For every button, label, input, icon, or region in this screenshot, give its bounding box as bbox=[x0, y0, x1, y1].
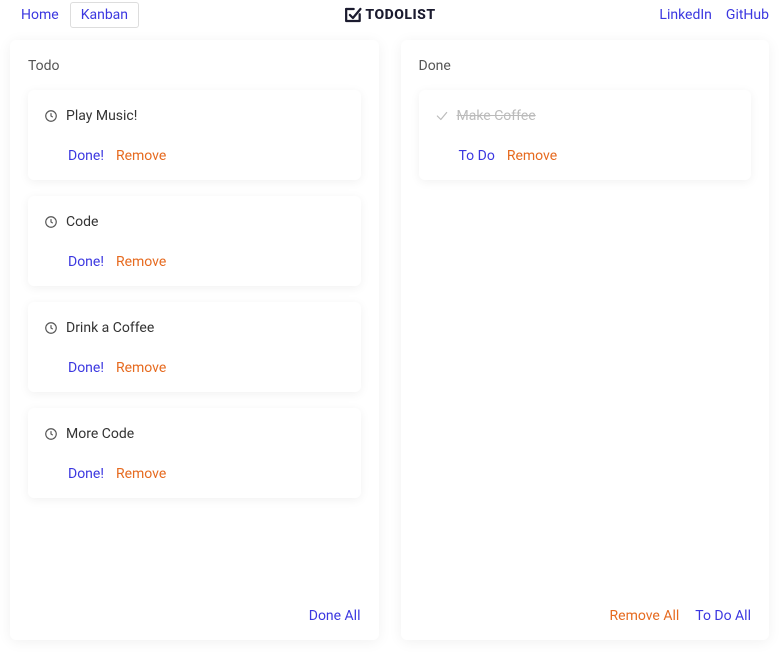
card-actions: Done! Remove bbox=[44, 360, 345, 376]
nav-right: LinkedIn GitHub bbox=[659, 7, 769, 23]
column-done: Done Make Coffee To Do Remove Remove All… bbox=[401, 40, 770, 640]
todo-card[interactable]: Code Done! Remove bbox=[28, 196, 361, 286]
logo-text: TODOLIST bbox=[365, 7, 435, 23]
todo-card[interactable]: Drink a Coffee Done! Remove bbox=[28, 302, 361, 392]
card-title: Play Music! bbox=[66, 108, 137, 124]
done-button[interactable]: Done! bbox=[68, 254, 104, 270]
remove-button[interactable]: Remove bbox=[116, 254, 166, 270]
logo-check-icon bbox=[343, 6, 361, 24]
kanban-board: Todo Play Music! Done! Remove bbox=[0, 30, 779, 660]
card-actions: To Do Remove bbox=[435, 148, 736, 164]
nav-kanban[interactable]: Kanban bbox=[70, 2, 139, 28]
column-done-cards: Make Coffee To Do Remove bbox=[419, 90, 752, 584]
done-button[interactable]: Done! bbox=[68, 360, 104, 376]
remove-button[interactable]: Remove bbox=[116, 148, 166, 164]
todo-card[interactable]: More Code Done! Remove bbox=[28, 408, 361, 498]
column-todo-cards: Play Music! Done! Remove Code Done! Remo… bbox=[28, 90, 361, 584]
card-head: Play Music! bbox=[44, 108, 345, 124]
done-all-button[interactable]: Done All bbox=[309, 608, 361, 624]
clock-icon bbox=[44, 427, 58, 441]
column-todo: Todo Play Music! Done! Remove bbox=[10, 40, 379, 640]
card-actions: Done! Remove bbox=[44, 148, 345, 164]
column-done-footer: Remove All To Do All bbox=[419, 598, 752, 624]
card-head: Make Coffee bbox=[435, 108, 736, 124]
card-title: Make Coffee bbox=[457, 108, 536, 124]
card-head: Code bbox=[44, 214, 345, 230]
nav-left: Home Kanban bbox=[10, 2, 139, 28]
card-actions: Done! Remove bbox=[44, 254, 345, 270]
clock-icon bbox=[44, 321, 58, 335]
nav-github[interactable]: GitHub bbox=[726, 7, 769, 23]
nav-home[interactable]: Home bbox=[10, 2, 70, 28]
remove-all-button[interactable]: Remove All bbox=[610, 608, 680, 624]
remove-button[interactable]: Remove bbox=[116, 466, 166, 482]
clock-icon bbox=[44, 109, 58, 123]
column-todo-footer: Done All bbox=[28, 598, 361, 624]
card-head: Drink a Coffee bbox=[44, 320, 345, 336]
remove-button[interactable]: Remove bbox=[507, 148, 557, 164]
card-title: More Code bbox=[66, 426, 134, 442]
todo-all-button[interactable]: To Do All bbox=[695, 608, 751, 624]
nav-linkedin[interactable]: LinkedIn bbox=[659, 7, 712, 23]
card-title: Drink a Coffee bbox=[66, 320, 154, 336]
check-icon bbox=[435, 109, 449, 123]
done-card[interactable]: Make Coffee To Do Remove bbox=[419, 90, 752, 180]
column-done-title: Done bbox=[419, 58, 752, 74]
column-todo-title: Todo bbox=[28, 58, 361, 74]
card-title: Code bbox=[66, 214, 98, 230]
done-button[interactable]: Done! bbox=[68, 466, 104, 482]
card-head: More Code bbox=[44, 426, 345, 442]
todo-button[interactable]: To Do bbox=[459, 148, 495, 164]
card-actions: Done! Remove bbox=[44, 466, 345, 482]
done-button[interactable]: Done! bbox=[68, 148, 104, 164]
todo-card[interactable]: Play Music! Done! Remove bbox=[28, 90, 361, 180]
remove-button[interactable]: Remove bbox=[116, 360, 166, 376]
clock-icon bbox=[44, 215, 58, 229]
logo: TODOLIST bbox=[343, 6, 435, 24]
header: Home Kanban TODOLIST LinkedIn GitHub bbox=[0, 0, 779, 30]
